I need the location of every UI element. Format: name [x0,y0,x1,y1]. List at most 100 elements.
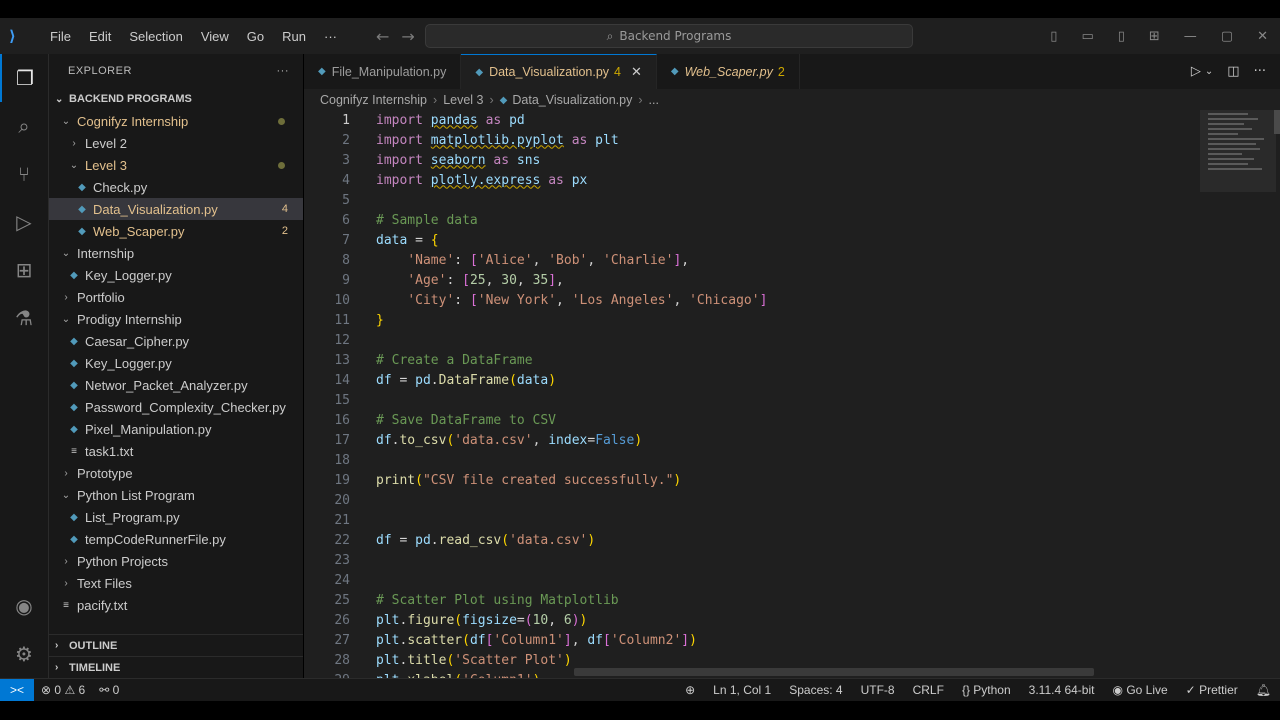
remote-indicator[interactable]: >< [0,679,34,701]
tree-file[interactable]: ◆ Pixel_Manipulation.py [49,418,303,440]
tree-folder[interactable]: › Prototype [49,462,303,484]
workspace-root[interactable]: ⌄ BACKEND PROGRAMS [49,88,303,110]
tree-file[interactable]: ◆ Password_Complexity_Checker.py [49,396,303,418]
menu-go[interactable]: Go [238,29,273,44]
tree-folder[interactable]: › Text Files [49,572,303,594]
outline-section[interactable]: › OUTLINE [49,634,303,656]
editor-more-icon[interactable]: ··· [1254,64,1266,79]
zoom-icon[interactable]: ⊕ [685,683,695,697]
menu-edit[interactable]: Edit [80,29,120,44]
settings-gear-icon[interactable]: ⚙ [0,630,48,678]
search-view-icon[interactable]: ⌕ [0,102,48,150]
breadcrumb-item[interactable]: ... [649,93,659,107]
code-token: as [548,172,572,188]
remote-icon: >< [9,683,24,697]
back-arrow-icon[interactable]: ← [376,27,389,46]
code-token: . [391,432,400,448]
code-token: 6 [563,612,572,628]
tree-folder[interactable]: ⌄ Level 3 [49,154,303,176]
maximize-icon[interactable]: ▢ [1221,29,1233,44]
minimap[interactable] [1200,110,1276,192]
code-token: 'Alice' [477,252,533,268]
tree-file[interactable]: ≡ task1.txt [49,440,303,462]
breadcrumb-item[interactable]: Level 3 [443,93,483,107]
problems-indicator[interactable]: ⊗ 0 ⚠ 6 [41,683,85,697]
extensions-icon[interactable]: ⊞ [0,246,48,294]
timeline-section[interactable]: › TIMELINE [49,656,303,678]
code-token: as [571,132,596,148]
tree-file[interactable]: ◆ tempCodeRunnerFile.py [49,528,303,550]
toggle-panel-icon[interactable]: ▭ [1081,29,1093,44]
tree-folder[interactable]: ⌄ Internship [49,242,303,264]
close-tab-icon[interactable]: ✕ [631,64,642,80]
tree-file[interactable]: ◆ Data_Visualization.py 4 [49,198,303,220]
go-live[interactable]: ◉ Go Live [1112,683,1167,697]
code-token: 'data.csv' [454,432,533,448]
menu-file[interactable]: File [41,29,80,44]
tree-file[interactable]: ◆ Web_Scaper.py 2 [49,220,303,242]
code-token: figsize [462,612,517,628]
customize-layout-icon[interactable]: ⊞ [1149,29,1160,44]
run-dropdown-icon[interactable]: ⌄ [1205,66,1213,77]
python-interpreter[interactable]: 3.11.4 64-bit [1029,683,1095,697]
run-file-icon[interactable]: ▷ [1191,64,1201,79]
tree-file[interactable]: ◆ List_Program.py [49,506,303,528]
line-ending[interactable]: CRLF [913,683,944,697]
tree-file[interactable]: ◆ Networ_Packet_Analyzer.py [49,374,303,396]
explorer-header: EXPLORER ··· [49,54,303,88]
tree-folder[interactable]: ⌄ Prodigy Internship [49,308,303,330]
editor-tab[interactable]: ◆ Web_Scaper.py 2 [657,54,800,89]
horizontal-scrollbar[interactable] [574,668,1094,676]
tree-folder[interactable]: › Portfolio [49,286,303,308]
menu-more[interactable]: ··· [315,29,346,44]
close-icon[interactable]: ✕ [1257,29,1268,44]
code-token: import [376,132,431,148]
editor-tab[interactable]: ◆ File_Manipulation.py [304,54,462,89]
tree-file[interactable]: ◆ Check.py [49,176,303,198]
source-control-icon[interactable]: ⑂ [0,150,48,198]
code-token: ) [571,612,580,628]
chevron-right-icon: › [64,467,68,479]
run-debug-icon[interactable]: ▷ [0,198,48,246]
split-editor-icon[interactable]: ◫ [1227,64,1239,79]
ports-indicator[interactable]: ⚯ 0 [99,683,119,697]
breadcrumb-item[interactable]: Data_Visualization.py [512,93,632,107]
tree-folder[interactable]: ⌄ Python List Program [49,484,303,506]
vertical-scrollbar[interactable] [1274,110,1280,134]
code-token: , [673,292,690,308]
tree-file[interactable]: ◆ Key_Logger.py [49,264,303,286]
python-file-icon: ◆ [70,423,78,435]
forward-arrow-icon[interactable]: → [401,27,414,46]
menu-view[interactable]: View [192,29,238,44]
code-editor[interactable]: 1 import pandas as pd 2 import matplotlib.p… [304,110,1194,679]
breadcrumb-item[interactable]: Cognifyz Internship [320,93,427,107]
tree-folder[interactable]: › Level 2 [49,132,303,154]
tab-problem-count: 2 [777,64,785,79]
tree-file[interactable]: ◆ Key_Logger.py [49,352,303,374]
explorer-icon[interactable]: ❐ [0,54,48,102]
tree-file[interactable]: ◆ Caesar_Cipher.py [49,330,303,352]
toggle-sidebar-icon[interactable]: ▯ [1050,29,1057,44]
tree-folder[interactable]: › Python Projects [49,550,303,572]
tree-label: Key_Logger.py [85,355,172,371]
editor-tabs: ◆ File_Manipulation.py ◆ Data_Visualization… [304,54,1280,89]
workspace-root-label: BACKEND PROGRAMS [69,93,192,105]
testing-icon[interactable]: ⚗ [0,294,48,342]
cursor-position[interactable]: Ln 1, Col 1 [713,683,771,697]
indentation[interactable]: Spaces: 4 [789,683,842,697]
minimize-icon[interactable]: — [1184,29,1197,44]
encoding[interactable]: UTF-8 [861,683,895,697]
editor-tab[interactable]: ◆ Data_Visualization.py 4 ✕ [461,54,657,89]
explorer-more-icon[interactable]: ··· [277,65,290,77]
menu-selection[interactable]: Selection [120,29,191,44]
command-center-search[interactable]: ⌕ Backend Programs [425,24,913,48]
python-file-icon: ◆ [499,94,508,106]
tree-file[interactable]: ≡ pacify.txt [49,594,303,616]
account-icon[interactable]: ◉ [0,582,48,630]
language-mode[interactable]: {} Python [962,683,1011,697]
notifications-bell-icon[interactable]: 🔔︎ [1256,683,1271,697]
toggle-secondary-sidebar-icon[interactable]: ▯ [1118,29,1125,44]
tree-folder[interactable]: ⌄ Cognifyz Internship [49,110,303,132]
prettier[interactable]: ✓ Prettier [1186,683,1238,697]
menu-run[interactable]: Run [273,29,315,44]
